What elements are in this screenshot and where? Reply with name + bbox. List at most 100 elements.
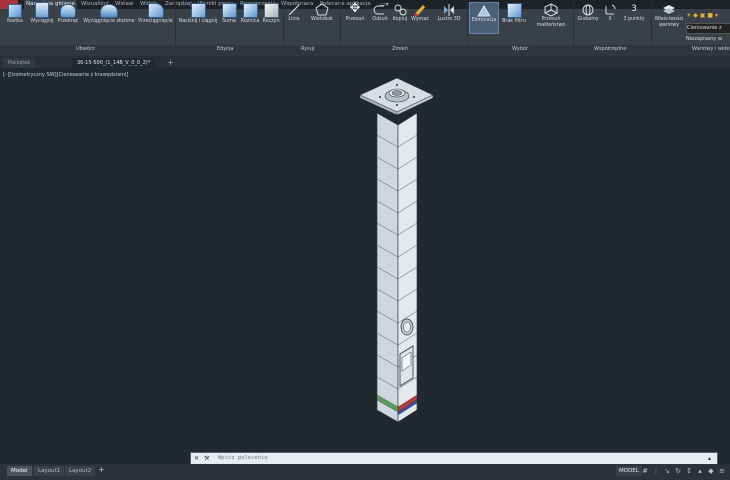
world-ucs-label: Globalny <box>577 17 599 22</box>
move-icon: ✥ <box>349 1 361 16</box>
3point-ucs-icon: 3 <box>631 4 637 14</box>
x-ucs-button[interactable]: X <box>601 2 619 23</box>
world-ucs-button[interactable]: Globalny <box>576 2 600 23</box>
polygon-icon <box>315 2 329 16</box>
loft-button[interactable]: Wyciągnięcie złożone <box>81 2 137 25</box>
ribbon-separator <box>573 2 574 45</box>
close-icon[interactable]: ✕ <box>194 455 199 462</box>
group-draw[interactable]: Rysuj <box>301 46 314 52</box>
polar-icon[interactable]: ↻ <box>674 467 682 475</box>
revolve-label: Przekręć <box>57 19 79 24</box>
group-edit[interactable]: Edycja <box>217 46 234 52</box>
3point-ucs-button[interactable]: 3 3 punkty <box>621 2 647 23</box>
union-label: Suma <box>222 19 236 24</box>
sweep-icon <box>147 3 164 18</box>
doc-tab-drawing[interactable]: 36-15-500_(1_14B_V_0_0_2)* <box>72 58 156 68</box>
union-icon <box>221 3 237 18</box>
union-button[interactable]: Suma <box>220 2 238 25</box>
extrude-label: Wyciągnij <box>30 19 54 24</box>
lineweight-icon[interactable]: ◆ <box>707 467 715 475</box>
ribbon-separator <box>651 2 652 45</box>
viewport-controls-label[interactable]: [–][Izometryczny SW][Cieniowanie z krawę… <box>3 72 128 78</box>
nofilter-label: Brak filtru <box>502 19 526 24</box>
ortho-icon[interactable]: ↘ <box>663 467 671 475</box>
doc-tab-start[interactable]: Początek <box>3 58 36 68</box>
layer-properties-label: Właściwości warstwy <box>654 17 684 28</box>
globe-ucs-icon <box>581 2 595 16</box>
extrude-button[interactable]: Wyciągnij <box>29 2 55 25</box>
offset-button[interactable]: Odsuń <box>370 2 390 23</box>
visual-style-dropdown[interactable]: Cieniowanie z <box>686 23 730 34</box>
command-input[interactable]: Wpisz polecenie <box>218 455 268 461</box>
object-track-icon[interactable]: ▴ <box>696 467 704 475</box>
osnap-icon[interactable]: ↕ <box>685 467 693 475</box>
polygon-button[interactable]: Wielobok <box>309 2 335 23</box>
box-icon <box>8 4 22 18</box>
group-modify[interactable]: Zmień <box>392 46 408 52</box>
sweep-button[interactable]: Przeciągnięcie <box>137 2 174 25</box>
layer-dropdown[interactable]: Niezapisany w <box>686 35 730 44</box>
new-tab-icon[interactable]: + <box>167 58 174 68</box>
nofilter-button[interactable]: Brak filtru <box>500 2 528 25</box>
group-coordinates[interactable]: Współrzędne <box>594 46 626 52</box>
ribbon-separator <box>340 2 341 45</box>
subtract-icon <box>242 3 258 18</box>
gizmo-icon <box>544 2 558 17</box>
sweep-label: Przeciągnięcie <box>138 19 173 24</box>
customization-icon[interactable]: ≡ <box>718 467 726 475</box>
erase-icon <box>413 2 427 18</box>
culling-button[interactable]: Eliminacja <box>469 2 499 34</box>
layout-tab-layout2[interactable]: Layout2 <box>65 466 96 476</box>
nofilter-icon <box>506 3 522 18</box>
layout-tab-model[interactable]: Model <box>7 466 32 476</box>
move-label: Przesuń <box>345 17 365 22</box>
group-selection[interactable]: Wybór <box>512 46 528 52</box>
line-button[interactable]: Linia <box>286 2 302 23</box>
box-button[interactable]: Kostka <box>4 2 26 25</box>
revolve-icon <box>60 4 76 18</box>
box-label: Kostka <box>7 19 23 24</box>
group-create[interactable]: Ubwórz <box>76 46 95 52</box>
chimney-3d-model[interactable] <box>340 75 450 425</box>
polygon-label: Wielobok <box>311 17 333 22</box>
erase-button[interactable]: Wymaż <box>409 2 431 23</box>
gizmo-button[interactable]: Przesuń małżeństwo <box>531 2 571 29</box>
command-history-icon[interactable]: ▴ <box>708 455 711 462</box>
mirror3d-icon <box>442 2 456 16</box>
extrude-icon <box>35 2 49 18</box>
snap-icon[interactable]: ⋮ <box>652 467 660 475</box>
add-layout-icon[interactable]: + <box>98 465 105 474</box>
erase-label: Wymaż <box>411 17 429 22</box>
x-ucs-icon <box>603 2 617 16</box>
mirror3d-button[interactable]: Lustro 3D <box>434 2 464 23</box>
line-label: Linia <box>288 17 300 22</box>
culling-label: Eliminacja <box>471 18 497 23</box>
revolve-button[interactable]: Przekręć <box>56 2 80 25</box>
line-icon <box>287 2 301 16</box>
intersect-label: Roczyn <box>262 19 280 24</box>
copy-button[interactable]: Kopiuj <box>390 2 410 23</box>
culling-icon <box>476 3 492 17</box>
layer-state-icons[interactable]: ☀ ◆ ▣ ■ ▾ <box>686 12 730 20</box>
intersect-icon <box>263 3 279 18</box>
loft-label: Wyciągnięcie złożone <box>83 19 135 24</box>
move-button[interactable]: ✥ Przesuń <box>344 2 366 23</box>
mirror3d-label: Lustro 3D <box>437 17 461 22</box>
grid-icon[interactable]: # <box>641 467 649 475</box>
offset-icon <box>373 2 387 16</box>
layer-properties-button[interactable]: Właściwości warstwy <box>653 2 685 29</box>
3point-ucs-label: 3 punkty <box>623 17 645 22</box>
subtract-button[interactable]: Różnica <box>239 2 261 25</box>
offset-label: Odsuń <box>372 17 388 22</box>
customize-icon[interactable]: ⚒ <box>204 455 209 462</box>
ribbon-separator <box>175 2 176 45</box>
presspull-icon <box>190 3 206 18</box>
ribbon-separator <box>467 2 468 45</box>
layer-properties-icon <box>662 2 676 16</box>
copy-icon <box>393 2 407 16</box>
layout-tab-layout1[interactable]: Layout1 <box>34 466 65 476</box>
intersect-button[interactable]: Roczyn <box>261 2 281 25</box>
group-layers-view[interactable]: Warstwy i wido <box>692 46 730 52</box>
presspull-button[interactable]: Naciśnij i ciągnij <box>177 2 219 25</box>
model-space-button[interactable]: MODEL <box>616 466 642 476</box>
